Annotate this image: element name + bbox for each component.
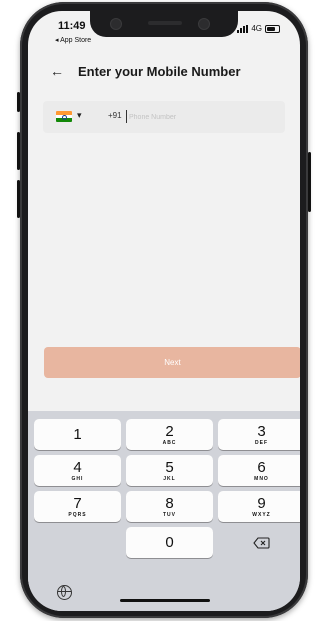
key-digit: 5 xyxy=(165,458,174,476)
key-0[interactable]: 0 xyxy=(126,527,213,558)
next-button[interactable]: Next xyxy=(44,347,300,378)
phone-number-row: ▾ +91 xyxy=(43,101,285,133)
key-9[interactable]: 9 WXYZ xyxy=(218,491,300,522)
country-code: +91 xyxy=(108,111,122,120)
signal-icon xyxy=(237,24,249,33)
status-time: 11:49 xyxy=(58,20,86,32)
key-3[interactable]: 3 DEF xyxy=(218,419,300,450)
key-8[interactable]: 8 TUV xyxy=(126,491,213,522)
key-1[interactable]: 1 xyxy=(34,419,121,450)
key-letters: PQRS xyxy=(68,511,87,518)
key-digit: 3 xyxy=(257,422,266,440)
key-2[interactable]: 2 ABC xyxy=(126,419,213,450)
text-caret xyxy=(126,110,127,123)
india-flag-icon[interactable] xyxy=(56,111,72,122)
key-digit: 2 xyxy=(165,422,174,440)
backspace-icon[interactable] xyxy=(218,527,300,558)
key-letters: MNO xyxy=(254,475,269,482)
key-letters: DEF xyxy=(255,439,268,446)
chevron-down-icon[interactable]: ▾ xyxy=(77,110,82,121)
camera-icon xyxy=(110,18,122,30)
volume-down-button xyxy=(17,180,20,218)
key-digit: 7 xyxy=(73,494,82,512)
home-indicator[interactable] xyxy=(120,599,210,602)
volume-up-button xyxy=(17,132,20,170)
key-5[interactable]: 5 JKL xyxy=(126,455,213,486)
power-button xyxy=(308,152,311,212)
key-6[interactable]: 6 MNO xyxy=(218,455,300,486)
key-letters: GHI xyxy=(71,475,84,482)
key-digit: 6 xyxy=(257,458,266,476)
globe-icon[interactable] xyxy=(57,585,72,600)
key-digit: 1 xyxy=(73,426,82,443)
key-7[interactable]: 7 PQRS xyxy=(34,491,121,522)
screen: 11:49 ◂ App Store 4G ← Enter your Mobile… xyxy=(28,11,300,611)
key-letters: WXYZ xyxy=(252,511,271,518)
key-letters: TUV xyxy=(163,511,176,518)
key-4[interactable]: 4 GHI xyxy=(34,455,121,486)
numeric-keypad: 1 2 ABC 3 DEF 4 GHI 5 JKL 6 MNO 7 PQRS 8 TUV 9W… xyxy=(28,411,300,611)
header: ← Enter your Mobile Number xyxy=(50,63,241,79)
key-digit: 0 xyxy=(165,534,174,551)
key-digit: 9 xyxy=(257,494,266,512)
backspace-glyph xyxy=(253,536,270,549)
notch xyxy=(90,11,238,37)
network-label: 4G xyxy=(251,24,262,33)
key-digit: 4 xyxy=(73,458,82,476)
page-title: Enter your Mobile Number xyxy=(78,63,241,79)
phone-number-input[interactable] xyxy=(129,108,269,126)
key-letters: ABC xyxy=(162,439,177,446)
key-digit: 8 xyxy=(165,494,174,512)
battery-icon xyxy=(265,24,280,33)
arrow-left-icon[interactable]: ← xyxy=(50,63,64,79)
speaker-icon xyxy=(148,21,182,25)
status-indicators: 4G xyxy=(237,24,280,33)
mute-switch xyxy=(17,92,20,112)
key-letters: JKL xyxy=(163,475,176,482)
back-to-app-link[interactable]: ◂ App Store xyxy=(55,36,91,44)
sensor-icon xyxy=(198,18,210,30)
